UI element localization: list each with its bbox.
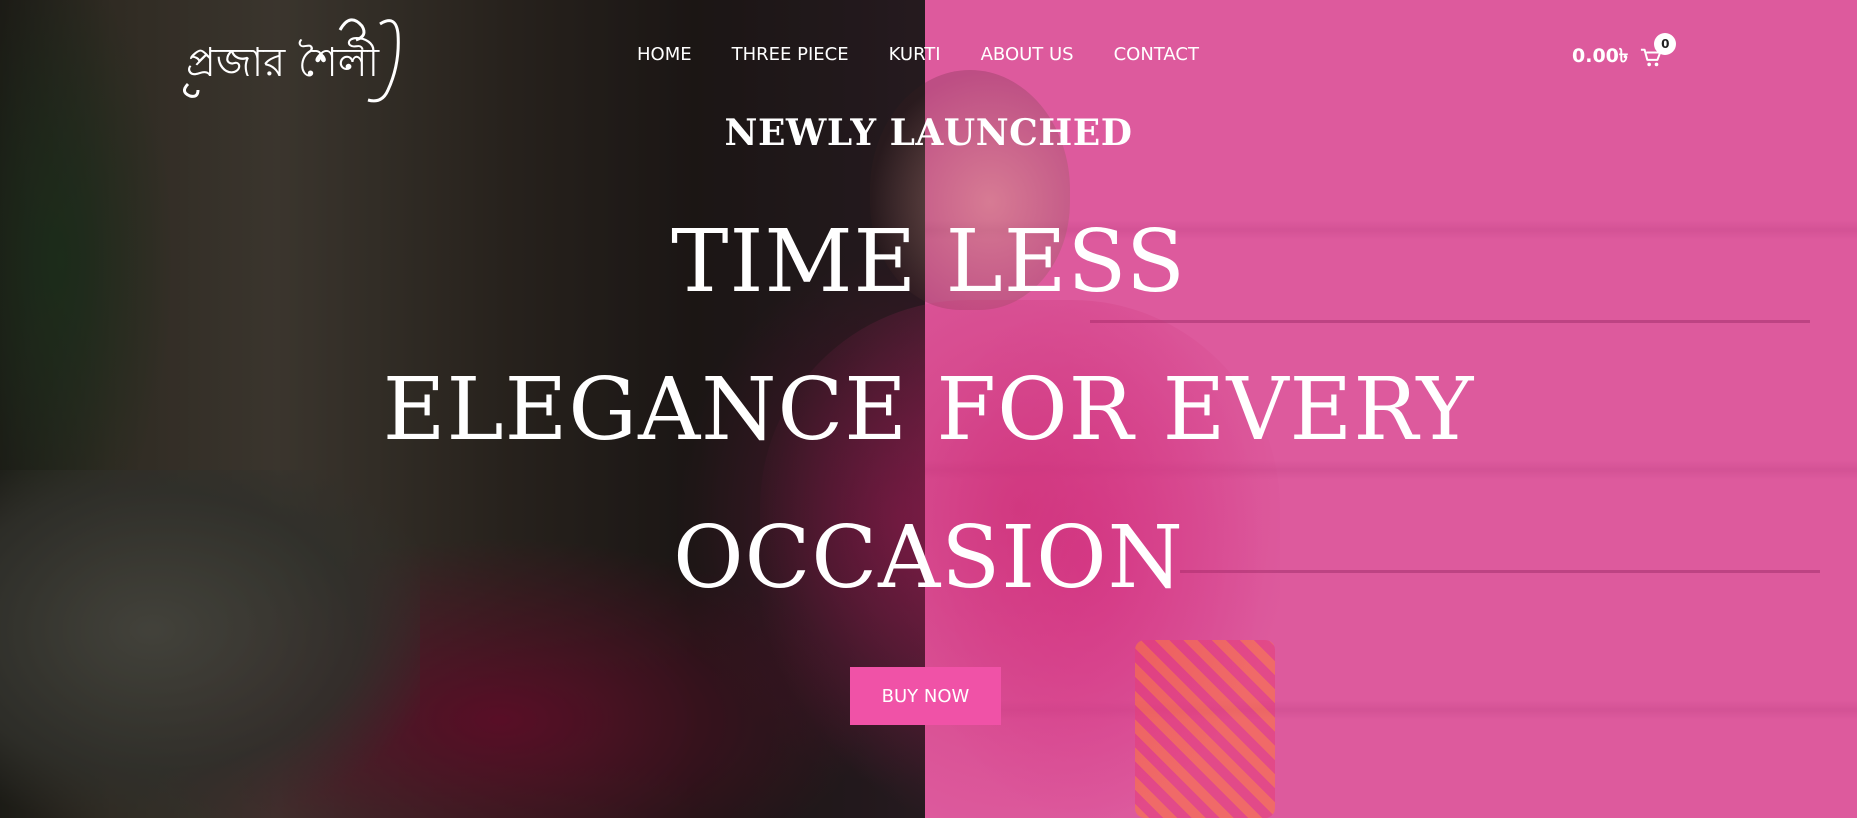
cart-icon[interactable]: 0 [1640,33,1677,69]
brand-logo[interactable]: প্রজার শৈলী [180,10,410,110]
brand-logo-mark: প্রজার শৈলী [183,18,400,103]
hero-section: প্রজার শৈলী HOME THREE PIECE KURTI ABOUT… [0,0,1857,818]
cart-total[interactable]: 0.00৳ [1572,42,1628,74]
headline-line-3: OCCASION [673,508,1184,608]
headline-line-1: TIME LESS [671,212,1186,312]
hero-eyebrow: NEWLY LAUNCHED [724,112,1133,154]
nav-about-us[interactable]: ABOUT US [981,44,1074,65]
nav-three-piece[interactable]: THREE PIECE [732,44,849,65]
nav-home[interactable]: HOME [637,44,692,65]
hero-headline: TIME LESS ELEGANCE FOR EVERY OCCASION [300,188,1557,632]
nav-kurti[interactable]: KURTI [889,44,941,65]
headline-line-2: ELEGANCE FOR EVERY [382,360,1475,460]
model-sleeve [1135,640,1275,818]
brand-logo-text: প্রজার শৈলী [186,37,380,86]
cart-widget[interactable]: 0.00৳ 0 [1572,33,1677,74]
main-nav: HOME THREE PIECE KURTI ABOUT US CONTACT [637,44,1199,65]
buy-now-button[interactable]: BUY NOW [850,667,1001,725]
nav-contact[interactable]: CONTACT [1114,44,1199,65]
